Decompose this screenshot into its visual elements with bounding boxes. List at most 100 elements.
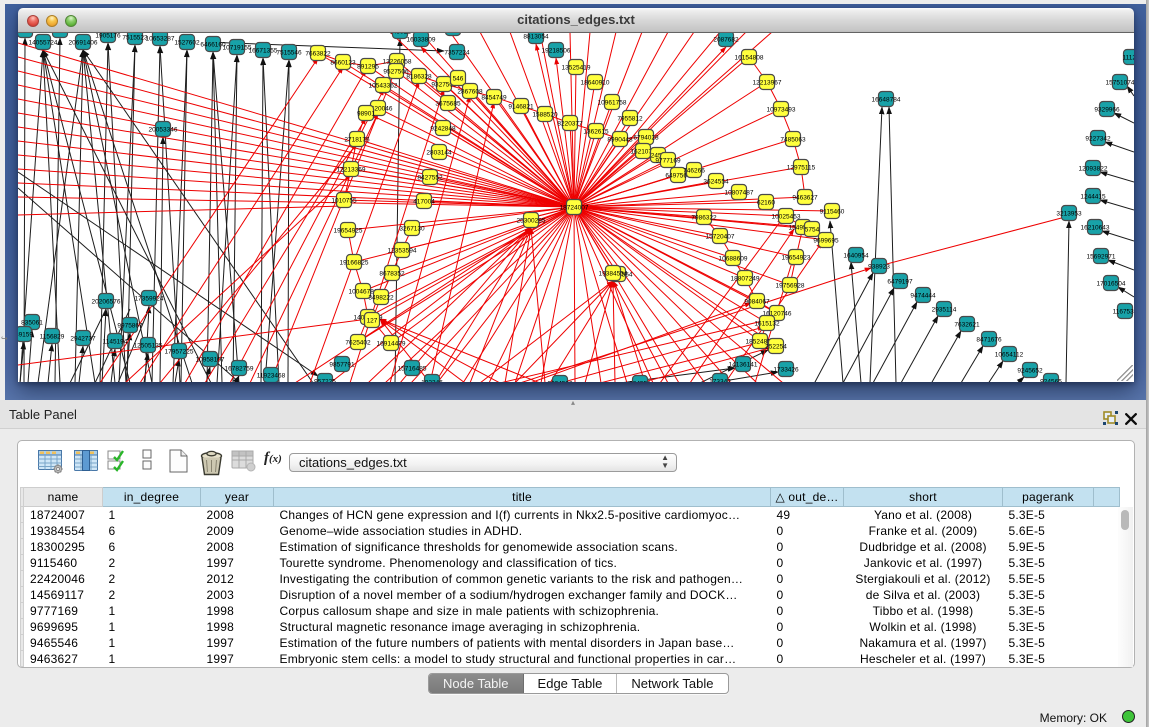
svg-text:13525419: 13525419 [562, 65, 591, 72]
svg-text:16033809: 16033809 [407, 37, 436, 44]
svg-text:7515546: 7515546 [276, 50, 302, 57]
svg-text:1733426: 1733426 [773, 367, 799, 374]
svg-text:1156829: 1156829 [40, 334, 65, 341]
svg-text:98901: 98901 [357, 111, 375, 118]
svg-text:19756928: 19756928 [776, 283, 805, 290]
svg-text:835061: 835061 [21, 320, 43, 327]
svg-text:8471676: 8471676 [976, 337, 1002, 344]
svg-text:1615132: 1615132 [754, 321, 780, 328]
svg-text:16154808: 16154808 [735, 55, 764, 62]
svg-text:17957225: 17957225 [165, 349, 194, 356]
svg-text:8990448: 8990448 [607, 137, 633, 144]
svg-text:15720407: 15720407 [706, 234, 735, 241]
svg-text:6479197: 6479197 [887, 279, 913, 286]
svg-text:16648784: 16648784 [872, 97, 901, 104]
svg-text:546: 546 [453, 76, 464, 83]
svg-text:19654925: 19654925 [334, 228, 363, 235]
svg-text:891295: 891295 [357, 64, 379, 71]
svg-text:11123: 11123 [1122, 55, 1134, 62]
svg-text:12093822: 12093822 [1079, 166, 1108, 173]
svg-text:177485: 177485 [49, 33, 71, 35]
svg-text:9975867: 9975867 [117, 323, 143, 330]
svg-text:16782759: 16782759 [225, 366, 254, 373]
svg-text:1167533: 1167533 [1113, 309, 1134, 316]
svg-text:10653287: 10653287 [146, 36, 175, 43]
svg-text:9084067: 9084067 [744, 299, 770, 306]
svg-text:7663822: 7663822 [305, 51, 331, 58]
svg-text:2942737: 2942737 [70, 336, 96, 343]
svg-text:1905176: 1905176 [95, 33, 121, 40]
svg-text:9227342: 9227342 [1085, 136, 1111, 143]
svg-text:39159: 39159 [18, 332, 33, 339]
svg-text:15716485: 15716485 [398, 366, 427, 373]
svg-text:9463627: 9463627 [792, 195, 818, 202]
svg-text:8660123: 8660123 [330, 60, 356, 67]
svg-text:7632621: 7632621 [954, 322, 980, 329]
svg-text:18807249: 18807249 [731, 276, 760, 283]
svg-text:9115460: 9115460 [820, 209, 845, 216]
svg-text:417004: 417004 [413, 199, 435, 206]
svg-text:746266: 746266 [683, 168, 705, 175]
svg-text:12505135: 12505135 [134, 343, 163, 350]
svg-text:12353594: 12353594 [388, 248, 417, 255]
svg-text:16671355: 16671355 [249, 48, 278, 55]
svg-text:2935114: 2935114 [932, 307, 957, 314]
svg-text:9242848: 9242848 [430, 126, 456, 133]
svg-text:8454749: 8454749 [481, 95, 507, 102]
svg-text:9474444: 9474444 [910, 293, 936, 300]
svg-text:14055724: 14055724 [29, 40, 58, 47]
svg-text:10654112: 10654112 [995, 352, 1024, 359]
svg-text:16210643: 16210643 [1081, 225, 1110, 232]
svg-text:3213953: 3213953 [1056, 211, 1082, 218]
svg-text:1588520: 1588520 [532, 112, 558, 119]
svg-text:2867608: 2867608 [457, 89, 483, 96]
svg-text:17016504: 17016504 [1097, 281, 1126, 288]
svg-text:9245652: 9245652 [1017, 368, 1043, 375]
svg-text:20053346: 20053346 [149, 127, 178, 134]
svg-text:1362615: 1362615 [583, 129, 609, 136]
svg-text:12213369: 12213369 [337, 167, 366, 174]
svg-text:20691406: 20691406 [69, 40, 98, 47]
svg-text:173342: 173342 [709, 379, 731, 383]
svg-text:3498222: 3498222 [368, 295, 394, 302]
svg-text:2087682: 2087682 [713, 37, 739, 44]
svg-text:127: 127 [367, 318, 378, 325]
svg-text:645921: 645921 [389, 33, 411, 36]
svg-text:1244415: 1244415 [1080, 194, 1106, 201]
svg-text:3267130: 3267130 [399, 226, 425, 233]
svg-text:252254: 252254 [765, 344, 787, 351]
svg-text:10688609: 10688609 [719, 256, 748, 263]
svg-text:19654923: 19654923 [782, 255, 811, 262]
svg-text:7986322: 7986322 [691, 215, 717, 222]
svg-text:1145194: 1145194 [103, 339, 128, 346]
svg-text:7515523: 7515523 [122, 35, 148, 42]
svg-text:15692971: 15692971 [1087, 254, 1116, 261]
svg-text:25300295: 25300295 [517, 218, 546, 225]
svg-text:11923468: 11923468 [257, 373, 286, 380]
svg-text:9329966: 9329966 [1094, 107, 1120, 114]
svg-text:192346: 192346 [421, 380, 443, 383]
svg-text:19166825: 19166825 [340, 260, 369, 267]
svg-text:7485063: 7485063 [780, 137, 806, 144]
svg-text:19218506: 19218506 [542, 48, 571, 55]
svg-text:18724007: 18724007 [560, 205, 589, 212]
svg-text:8427552: 8427552 [417, 175, 443, 182]
svg-text:1010755: 1010755 [331, 198, 357, 205]
svg-text:9234502: 9234502 [547, 381, 573, 383]
svg-text:2718176: 2718176 [344, 137, 370, 144]
svg-text:957225: 957225 [314, 379, 336, 383]
svg-text:7357224: 7357224 [444, 50, 470, 57]
svg-text:3624554: 3624554 [703, 179, 729, 186]
svg-text:10961758: 10961758 [598, 100, 627, 107]
svg-text:15751074: 15751074 [1106, 80, 1134, 87]
svg-text:845093: 845093 [18, 33, 36, 35]
svg-text:2803144: 2803144 [426, 150, 452, 157]
svg-text:5754: 5754 [805, 227, 820, 234]
svg-text:10958107: 10958107 [196, 357, 225, 364]
svg-text:8186328: 8186328 [406, 74, 432, 81]
svg-text:14136141: 14136141 [729, 362, 758, 369]
svg-text:9146821: 9146821 [508, 104, 534, 111]
svg-text:9699695: 9699695 [813, 238, 839, 245]
svg-text:20206576: 20206576 [92, 299, 121, 306]
svg-text:10807487: 10807487 [725, 190, 754, 197]
